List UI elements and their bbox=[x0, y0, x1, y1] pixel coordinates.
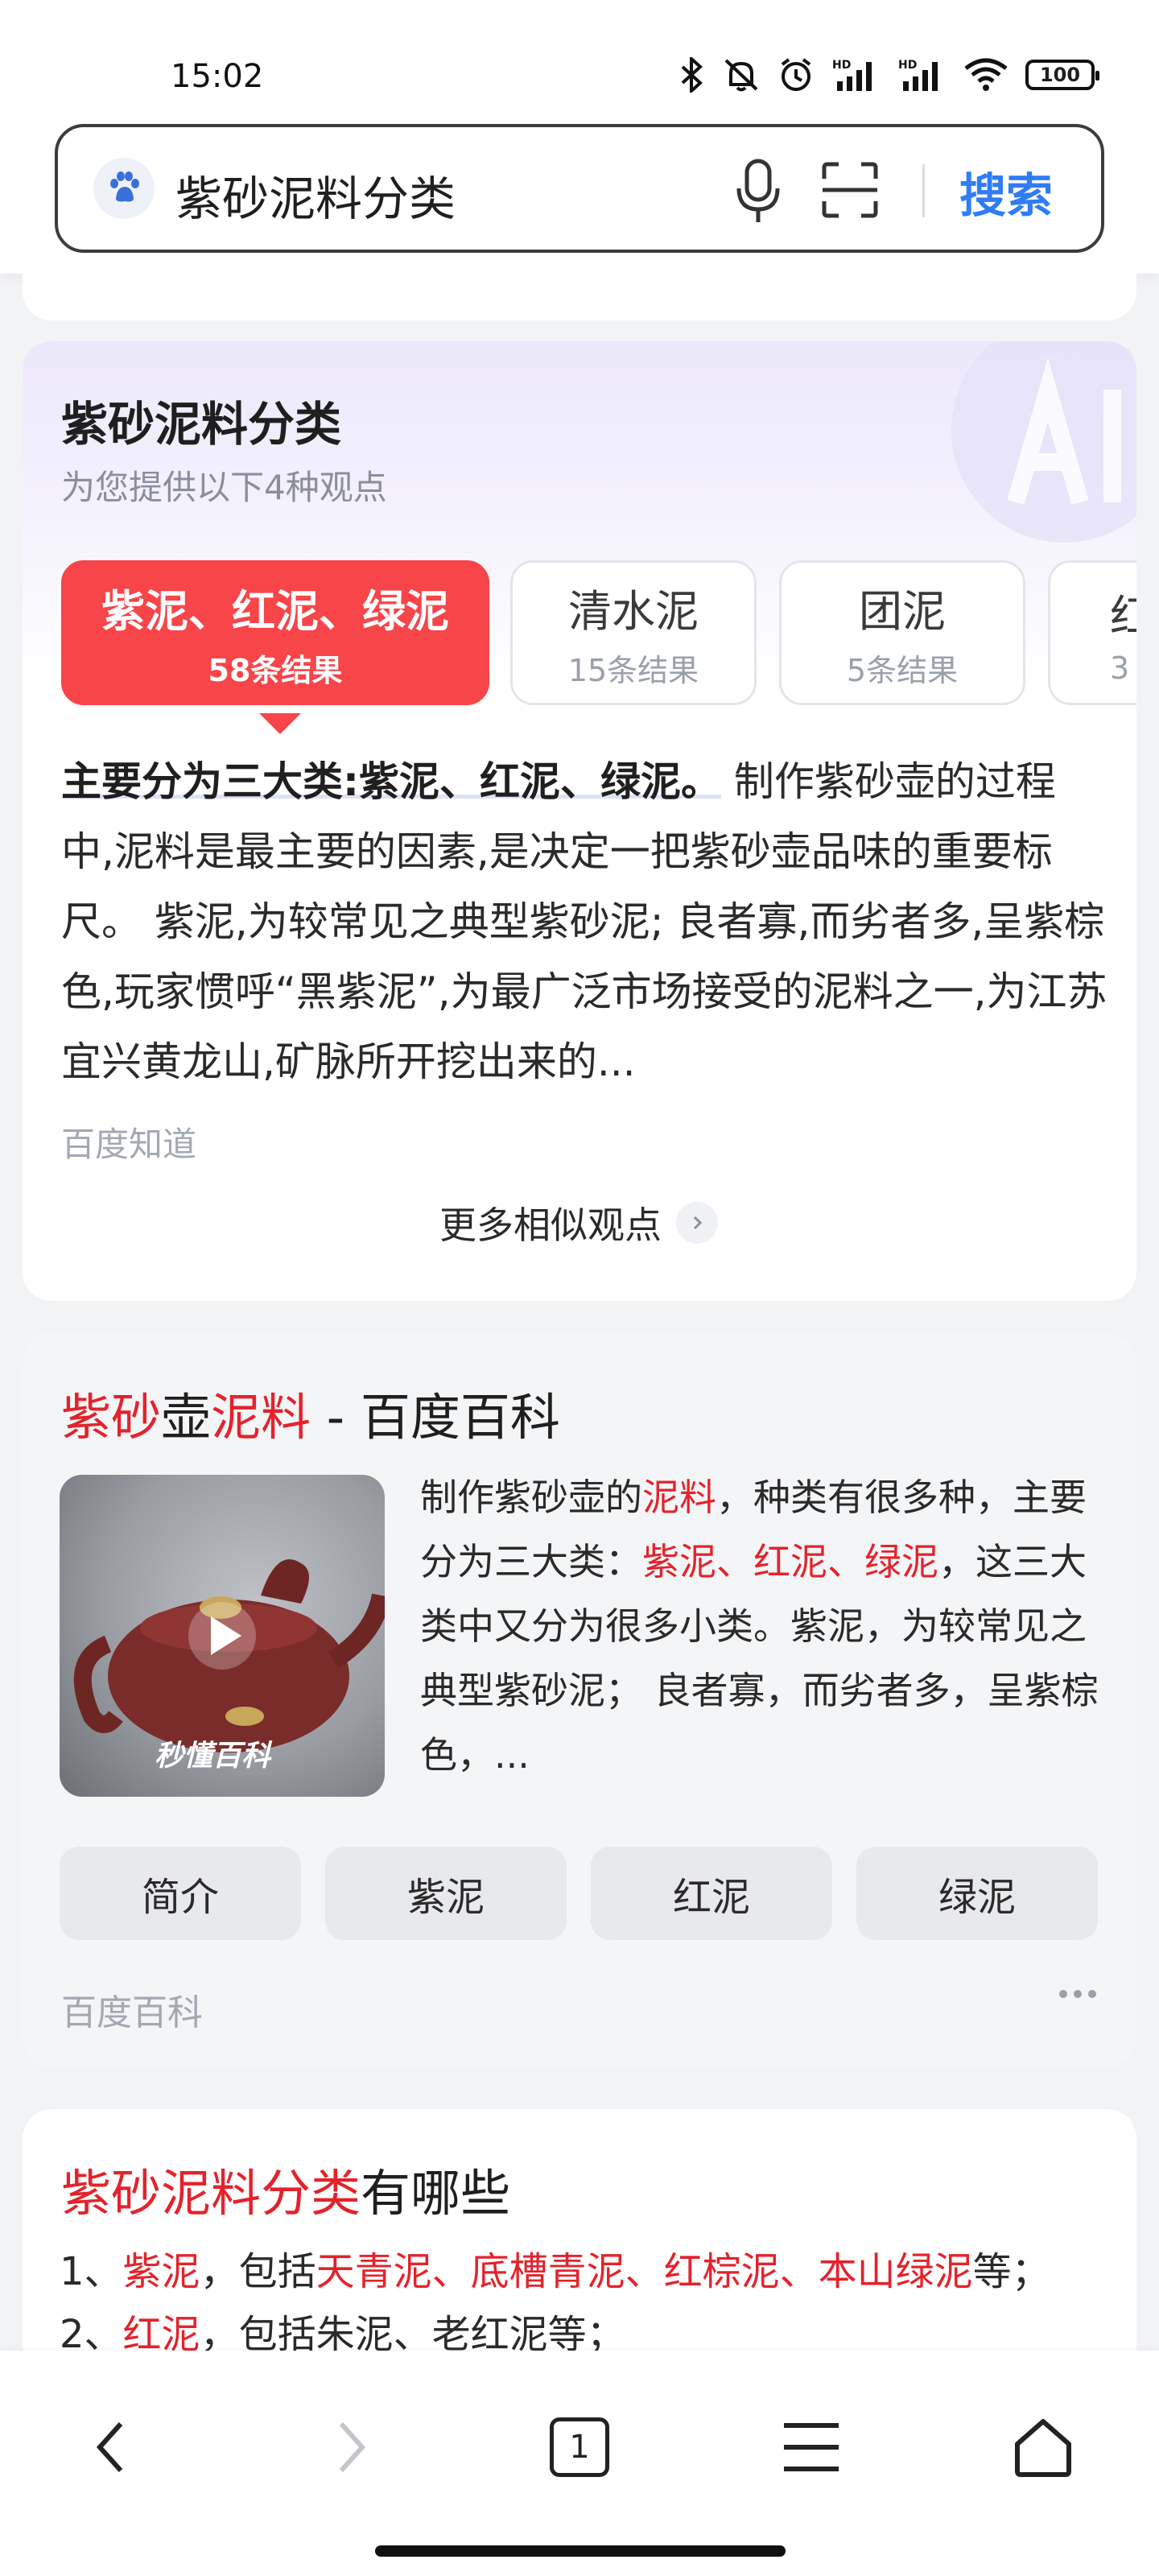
tab-count-badge: 1 bbox=[550, 2417, 609, 2477]
line-part: 等； bbox=[972, 2249, 1050, 2294]
tab-label: 团泥 bbox=[859, 586, 946, 637]
svg-text:HD: HD bbox=[832, 59, 851, 72]
ai-card-title: 紫砂泥料分类 bbox=[61, 397, 342, 452]
ai-watermark-icon bbox=[951, 341, 1136, 543]
tab-count: 58条结果 bbox=[208, 653, 343, 688]
bottom-navigation: 1 bbox=[0, 2351, 1159, 2576]
chip-intro[interactable]: 简介 bbox=[60, 1847, 301, 1940]
baike-result-title[interactable]: 紫砂壶泥料 - 百度百科 bbox=[61, 1377, 560, 1449]
baike-description: 制作紫砂壶的泥料，种类有很多种，主要分为三大类：紫泥、红泥、绿泥，这三大类中又分… bbox=[420, 1465, 1112, 1787]
scan-icon[interactable] bbox=[819, 159, 881, 221]
tab-count: 5条结果 bbox=[846, 653, 959, 688]
tab-label: 紫泥、红泥、绿泥 bbox=[101, 586, 449, 637]
list-item: 1、紫泥，包括天青泥、底槽青泥、红棕泥、本山绿泥等； bbox=[60, 2240, 1050, 2296]
title-rest: 有哪些 bbox=[361, 2164, 511, 2223]
battery-indicator: 100 bbox=[1025, 60, 1099, 90]
signal-hd-icon: HD bbox=[832, 59, 872, 91]
chip-lvni[interactable]: 绿泥 bbox=[856, 1847, 1098, 1940]
answer-body: 制作紫砂壶的过程中,泥料是最主要的因素,是决定一把紫砂壶品味的重要标尺。 紫泥,… bbox=[61, 758, 1107, 1085]
mic-icon[interactable] bbox=[734, 158, 782, 225]
desc-part: 紫泥、红泥、绿泥 bbox=[642, 1540, 938, 1583]
svg-text:HD: HD bbox=[898, 59, 917, 72]
video-thumbnail[interactable]: 秒懂百科 bbox=[60, 1475, 385, 1797]
line-part: 紫泥 bbox=[122, 2249, 200, 2294]
active-tab-pointer bbox=[259, 713, 301, 734]
chip-zini[interactable]: 紫泥 bbox=[325, 1847, 567, 1940]
home-icon[interactable] bbox=[1003, 2407, 1083, 2487]
title-part: 紫砂 bbox=[61, 1388, 162, 1447]
more-viewpoints-link[interactable]: 更多相似观点 bbox=[439, 1196, 718, 1249]
menu-icon[interactable] bbox=[771, 2407, 852, 2487]
viewpoint-tabs: 紫泥、红泥、绿泥 58条结果 清水泥 15条结果 团泥 5条结果 红 3 bbox=[61, 560, 1136, 721]
search-header: 紫砂泥料分类 搜索 bbox=[0, 121, 1159, 274]
viewpoint-tab-4[interactable]: 红 3 bbox=[1048, 560, 1136, 705]
line-part: ，包括 bbox=[200, 2249, 316, 2294]
title-part: - 百度百科 bbox=[311, 1388, 560, 1447]
baike-chips: 简介 紫泥 红泥 绿泥 bbox=[60, 1847, 1106, 1940]
status-time: 15:02 bbox=[171, 58, 264, 95]
more-viewpoints-label: 更多相似观点 bbox=[439, 1203, 662, 1247]
search-input[interactable]: 紫砂泥料分类 bbox=[175, 161, 456, 229]
desc-part: 制作紫砂壶的 bbox=[420, 1476, 642, 1519]
tab-count: 15条结果 bbox=[567, 653, 699, 688]
search-button[interactable]: 搜索 bbox=[959, 158, 1053, 225]
chip-hongni[interactable]: 红泥 bbox=[591, 1847, 832, 1940]
signal-hd-icon: HD bbox=[898, 59, 938, 91]
baike-result-card: 紫砂壶泥料 - 百度百科 秒懂百科 制作紫砂壶的泥料，种类有很多种，主要分为三大… bbox=[23, 1333, 1136, 2067]
chevron-right-icon bbox=[676, 1202, 718, 1244]
ai-answer-card: 紫砂泥料分类 为您提供以下4种观点 紫泥、红泥、绿泥 58条结果 清水泥 15条… bbox=[23, 341, 1136, 1301]
baike-source[interactable]: 百度百科 bbox=[61, 1984, 203, 2035]
forward-icon[interactable] bbox=[309, 2407, 390, 2487]
line-part: 1、 bbox=[60, 2249, 123, 2294]
search-box[interactable]: 紫砂泥料分类 搜索 bbox=[55, 124, 1104, 253]
viewpoint-tab-2[interactable]: 清水泥 15条结果 bbox=[510, 560, 757, 705]
ai-answer-text: 主要分为三大类:紫泥、红泥、绿泥。 制作紫砂壶的过程中,泥料是最主要的因素,是决… bbox=[61, 747, 1107, 1097]
baidu-paw-icon bbox=[93, 158, 155, 219]
ai-answer-source[interactable]: 百度知道 bbox=[61, 1117, 196, 1166]
list-result-title[interactable]: 紫砂泥料分类有哪些 bbox=[61, 2153, 510, 2225]
tabs-icon[interactable]: 1 bbox=[539, 2407, 620, 2487]
title-part: 壶 bbox=[161, 1388, 212, 1447]
back-icon[interactable] bbox=[72, 2407, 153, 2487]
title-part: 泥料 bbox=[211, 1388, 311, 1447]
thumbnail-watermark: 秒懂百科 bbox=[155, 1740, 271, 1773]
status-icons: HD HD 100 bbox=[678, 56, 1099, 93]
tab-label: 清水泥 bbox=[568, 586, 699, 637]
desc-part: 泥料 bbox=[642, 1476, 716, 1519]
title-red: 紫砂泥料分类 bbox=[61, 2164, 361, 2223]
mute-icon bbox=[724, 59, 758, 92]
alarm-icon bbox=[781, 58, 811, 91]
bluetooth-icon bbox=[681, 57, 703, 93]
previous-card-edge bbox=[23, 274, 1136, 320]
ai-card-subtitle: 为您提供以下4种观点 bbox=[61, 468, 387, 507]
line-part: 天青泥、底槽青泥、红棕泥、本山绿泥 bbox=[316, 2249, 973, 2294]
viewpoint-tab-3[interactable]: 团泥 5条结果 bbox=[779, 560, 1025, 705]
tab-count: 3 bbox=[1110, 650, 1130, 686]
answer-highlight: 主要分为三大类:紫泥、红泥、绿泥。 bbox=[61, 758, 721, 805]
viewpoint-tab-1[interactable]: 紫泥、红泥、绿泥 58条结果 bbox=[61, 560, 489, 705]
wifi-icon bbox=[964, 58, 1008, 91]
home-indicator[interactable] bbox=[375, 2545, 786, 2557]
more-options-icon[interactable] bbox=[1059, 1990, 1096, 1998]
tab-label: 红 bbox=[1110, 590, 1136, 642]
status-bar: 15:02 HD HD 100 bbox=[0, 0, 1159, 121]
search-divider bbox=[922, 164, 925, 217]
